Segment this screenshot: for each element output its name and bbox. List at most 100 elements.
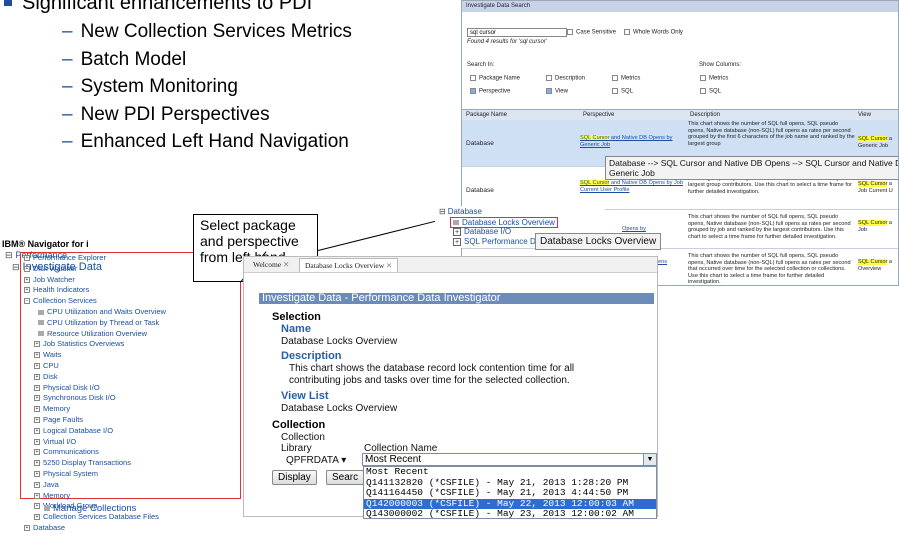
chart-icon bbox=[38, 320, 44, 326]
slide-bullet: Significant enhancements to PDI bbox=[0, 0, 312, 15]
row-package: Database bbox=[466, 140, 494, 147]
tab-database-locks-overview[interactable]: Database Locks Overview ✕ bbox=[299, 258, 399, 272]
tab-welcome[interactable]: Welcome ✕ bbox=[248, 258, 294, 271]
checkbox-icon bbox=[700, 75, 706, 81]
row-view: SQL Cursor a Overview bbox=[858, 259, 892, 272]
expand-icon: + bbox=[453, 237, 461, 246]
close-icon: ✕ bbox=[283, 260, 290, 269]
expand-icon: + bbox=[34, 406, 40, 413]
search-input[interactable]: sql cursor bbox=[467, 28, 567, 37]
row-perspective[interactable]: ens bbox=[658, 259, 686, 266]
row-view: SQL Cursor a Generic Job bbox=[858, 136, 892, 149]
bullet-square-icon bbox=[4, 0, 12, 6]
expand-icon: + bbox=[34, 470, 40, 477]
navigator-tree: + Performance Explorer + Disk Watcher + Job… bbox=[24, 253, 166, 534]
search-button[interactable]: Searc bbox=[326, 470, 364, 485]
checkbox-icon bbox=[546, 75, 552, 81]
tree-item[interactable]: CPU Utilization and Waits Overview bbox=[34, 307, 166, 318]
tree-item[interactable]: + Job Watcher bbox=[24, 275, 166, 286]
col-sql[interactable]: SQL bbox=[700, 88, 721, 95]
expand-icon: + bbox=[453, 227, 461, 236]
whole-words-option[interactable]: Whole Words Only bbox=[624, 29, 683, 36]
description-line-1: This chart shows the database record loc… bbox=[289, 363, 575, 374]
opt-metrics[interactable]: Metrics bbox=[612, 75, 640, 82]
dropdown-option[interactable]: Q143000002 (*CSFILE) - May 23, 2013 12:0… bbox=[364, 508, 656, 520]
chart-icon bbox=[453, 220, 459, 225]
case-sensitive-option[interactable]: Case Sensitive bbox=[567, 29, 616, 36]
display-button[interactable]: Display bbox=[272, 470, 317, 485]
opt-view[interactable]: View bbox=[546, 88, 568, 95]
expand-icon: + bbox=[34, 352, 40, 359]
row-perspective[interactable]: SQL Cursor and Native DB Opens by Job Cu… bbox=[580, 180, 686, 193]
row-perspective[interactable]: SQL Cursor and Native DB Opens by Generi… bbox=[580, 135, 686, 148]
row-description: This chart shows the number of SQL full … bbox=[688, 121, 855, 147]
tree-item[interactable]: + Java bbox=[34, 480, 166, 491]
tree-item[interactable]: − Collection Services bbox=[24, 296, 166, 307]
col-header-perspective[interactable]: Perspective bbox=[583, 112, 614, 118]
expand-icon: + bbox=[24, 287, 30, 294]
checkbox-icon bbox=[700, 88, 706, 94]
slide-sublist: – New Collection Services Metrics – Batch … bbox=[62, 18, 352, 156]
sub-item: – Batch Model bbox=[62, 48, 187, 70]
tree-item[interactable]: + Memory bbox=[34, 404, 166, 415]
tree-tooltip: Database Locks Overview bbox=[535, 233, 662, 250]
tree-item[interactable]: + Database bbox=[24, 523, 166, 534]
tree2-database-io[interactable]: + Database I/O bbox=[453, 227, 511, 236]
search-in-label: Search In: bbox=[467, 62, 495, 68]
expand-icon: + bbox=[34, 384, 40, 391]
expand-icon: + bbox=[34, 395, 40, 402]
dropdown-arrow-icon: ▼ bbox=[643, 454, 656, 465]
tree-item[interactable]: + Job Statistics Overviews bbox=[34, 339, 166, 350]
tree-item[interactable]: + Physical Disk I/O bbox=[34, 383, 166, 394]
col-header-description[interactable]: Description bbox=[690, 112, 720, 118]
description-heading: Description bbox=[281, 350, 342, 362]
tree-item[interactable]: Resource Utilization Overview bbox=[34, 329, 166, 340]
tree-item[interactable]: + Health Indicators bbox=[24, 285, 166, 296]
tree-item[interactable]: + Synchronous Disk I/O bbox=[34, 393, 166, 404]
tree-item[interactable]: + Disk bbox=[34, 372, 166, 383]
col-header-view[interactable]: View bbox=[858, 112, 871, 118]
tree2-database[interactable]: ⊟ Database bbox=[439, 207, 482, 216]
opt-package[interactable]: Package Name bbox=[470, 75, 520, 82]
tree-item[interactable]: + Physical System bbox=[34, 469, 166, 480]
library-select[interactable]: QPFRDATA ▾ bbox=[286, 455, 346, 466]
close-icon: ✕ bbox=[386, 261, 393, 270]
expand-icon: + bbox=[34, 341, 40, 348]
tree-item[interactable]: + Logical Database I/O bbox=[34, 426, 166, 437]
opt-sql[interactable]: SQL bbox=[612, 88, 633, 95]
tree-item[interactable]: + Performance Explorer bbox=[24, 253, 166, 264]
tree-item[interactable]: + Communications bbox=[34, 447, 166, 458]
tree-item[interactable]: CPU Utilization by Thread or Task bbox=[34, 318, 166, 329]
view-list-value: Database Locks Overview bbox=[281, 403, 398, 414]
dropdown-option[interactable]: Q141164450 (*CSFILE) - May 21, 2013 4:44… bbox=[364, 487, 656, 499]
tree2-sql-performance[interactable]: + SQL Performance Da bbox=[453, 237, 540, 246]
checkbox-icon bbox=[612, 75, 618, 81]
nav-manage-collections[interactable]: Manage Collections bbox=[44, 503, 136, 514]
tree-item[interactable]: + Memory bbox=[34, 491, 166, 502]
tree-item[interactable]: + Virtual I/O bbox=[34, 437, 166, 448]
view-list-heading: View List bbox=[281, 390, 329, 402]
expand-icon: + bbox=[24, 276, 30, 283]
checkbox-icon bbox=[624, 29, 630, 35]
collection-name-select[interactable]: Most Recent ▼ bbox=[362, 453, 657, 466]
tree-item[interactable]: + Page Faults bbox=[34, 415, 166, 426]
tree-item[interactable]: +5250 Display Transactions bbox=[34, 458, 166, 469]
collection-heading: Collection bbox=[272, 419, 326, 431]
opt-perspective[interactable]: Perspective bbox=[470, 88, 510, 95]
dropdown-option[interactable]: Most Recent bbox=[364, 466, 656, 478]
row-perspective[interactable]: Opens by bbox=[622, 226, 686, 233]
tree-item[interactable]: + CPU bbox=[34, 361, 166, 372]
chart-icon bbox=[38, 331, 44, 337]
col-header-package[interactable]: Package Name bbox=[466, 112, 507, 118]
collapse-icon: − bbox=[24, 298, 30, 305]
tree-item[interactable]: + Waits bbox=[34, 350, 166, 361]
selection-heading: Selection bbox=[272, 311, 321, 323]
collapse-icon: ⊟ bbox=[12, 262, 20, 272]
perspective-tooltip: Database --> SQL Cursor and Native DB Op… bbox=[605, 156, 898, 180]
col-metrics[interactable]: Metrics bbox=[700, 75, 728, 82]
expand-icon: + bbox=[34, 373, 40, 380]
results-note: Found 4 results for 'sql cursor' bbox=[467, 39, 547, 45]
search-panel-title: Investigate Data Search bbox=[462, 1, 898, 12]
tree-item[interactable]: + Disk Watcher bbox=[24, 264, 166, 275]
opt-description[interactable]: Description bbox=[546, 75, 585, 82]
